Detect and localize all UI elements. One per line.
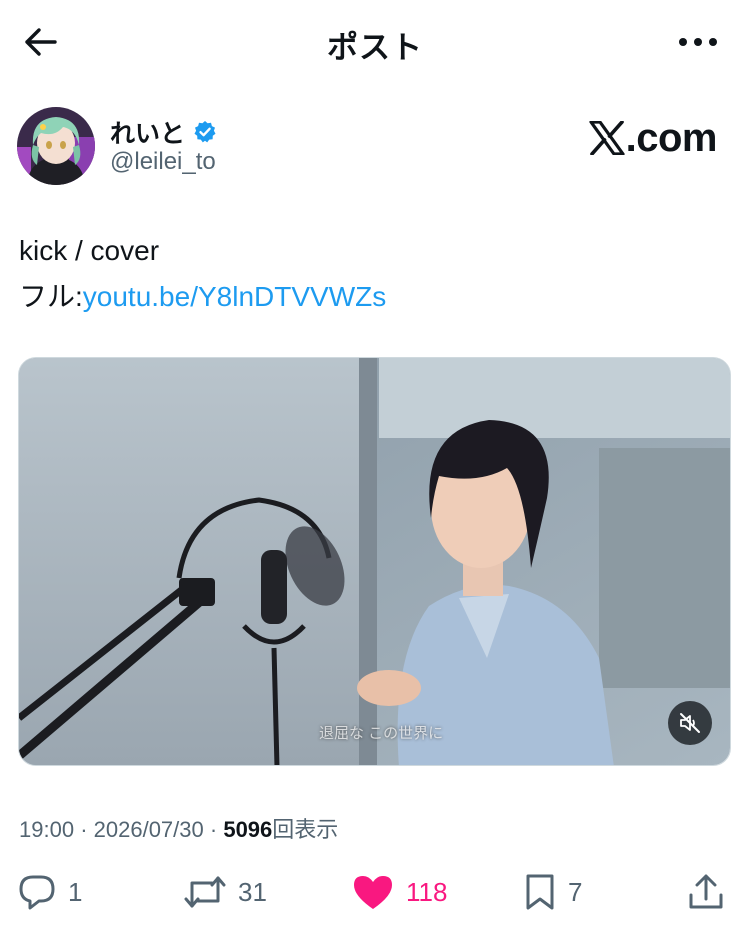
more-options-button[interactable] — [672, 24, 724, 60]
post-body: kick / cover フル:youtu.be/Y8lnDTVVWZs — [19, 228, 386, 320]
post-meta: 19:00 · 2026/07/30 · 5096回表示 — [19, 812, 338, 844]
like-count: 118 — [406, 876, 448, 907]
repost-icon — [184, 876, 226, 908]
author-handle[interactable]: @leilei_to — [110, 148, 216, 176]
author-name-row: れいと — [110, 114, 217, 150]
video-subtitle: 退屈な この世界に — [319, 725, 444, 742]
verified-badge-icon — [194, 121, 216, 143]
page-title: ポスト — [327, 30, 423, 65]
post-time[interactable]: 19:00 — [19, 817, 74, 842]
like-button[interactable]: 118 — [352, 864, 447, 920]
video-frame — [19, 358, 730, 765]
x-logo-icon — [589, 121, 625, 155]
repost-button[interactable]: 31 — [184, 864, 267, 920]
bookmark-button[interactable]: 7 — [524, 864, 582, 920]
x-com-logo: .com — [589, 115, 718, 160]
reply-icon — [19, 875, 55, 910]
youtube-link[interactable]: youtu.be/Y8lnDTVVWZs — [83, 281, 386, 312]
logo-text: .com — [625, 115, 718, 160]
post-date[interactable]: 2026/07/30 — [94, 817, 204, 842]
meta-separator: · — [80, 817, 88, 842]
views-count: 5096 — [223, 817, 273, 842]
avatar[interactable] — [17, 107, 95, 185]
share-icon — [689, 874, 723, 909]
reply-count: 1 — [68, 876, 83, 907]
action-bar: 1 31 118 7 — [0, 864, 750, 920]
post-line: フル:youtu.be/Y8lnDTVVWZs — [19, 274, 386, 320]
heart-filled-icon — [354, 876, 392, 909]
bookmark-icon — [526, 874, 554, 910]
top-bar: ポスト — [0, 0, 750, 80]
share-button[interactable] — [688, 864, 724, 920]
repost-count: 31 — [238, 876, 267, 907]
video-player[interactable]: 退屈な この世界に — [18, 357, 731, 766]
muted-speaker-icon — [680, 713, 700, 733]
mute-toggle-button[interactable] — [668, 701, 712, 745]
more-dots-icon — [679, 38, 717, 46]
bookmark-count: 7 — [568, 876, 583, 907]
post-line: kick / cover — [19, 235, 160, 266]
meta-separator: · — [209, 817, 218, 842]
reply-button[interactable]: 1 — [18, 864, 82, 920]
views-label: 回表示 — [272, 817, 339, 842]
post-link-prefix: フル: — [19, 281, 83, 312]
display-name[interactable]: れいと — [110, 114, 185, 150]
